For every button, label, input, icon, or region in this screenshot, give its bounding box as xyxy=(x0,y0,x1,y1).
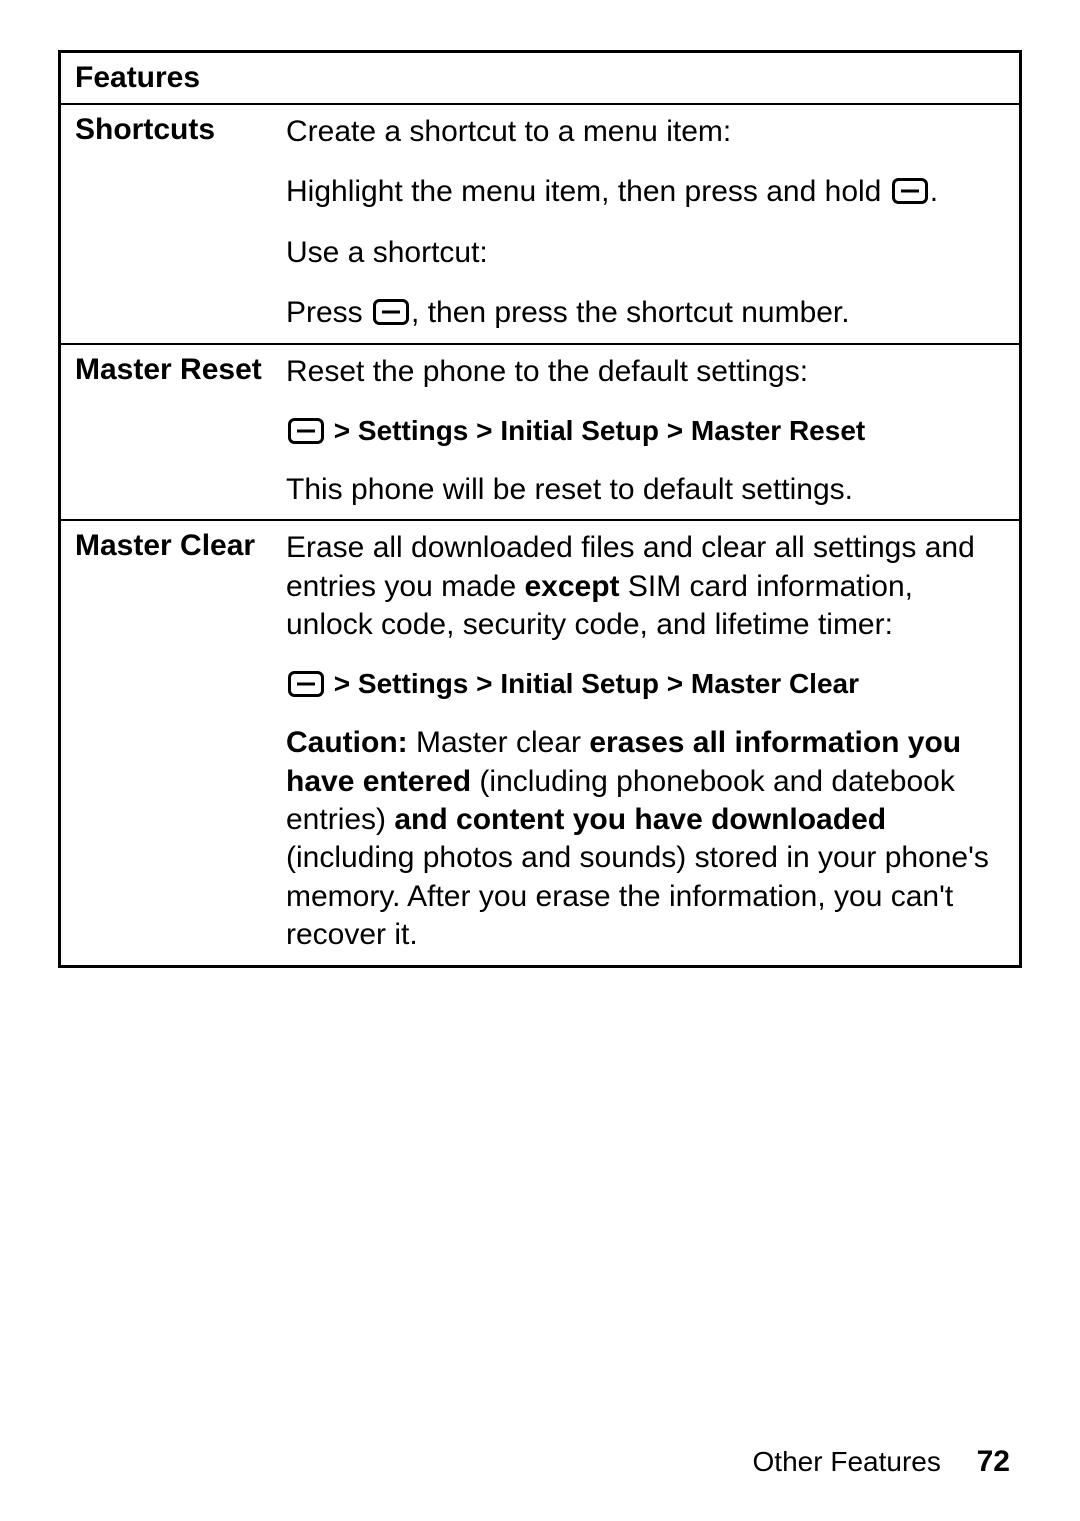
text-bold: except xyxy=(524,570,619,603)
nav-path: > Settings > Initial Setup > Master Rese… xyxy=(286,413,1005,449)
text-fragment: Master clear xyxy=(408,726,590,759)
nav-sep: > xyxy=(667,415,691,446)
paragraph: Reset the phone to the default settings: xyxy=(286,353,1005,391)
table-header: Features xyxy=(61,53,1019,103)
nav-item: Settings xyxy=(358,415,468,446)
row-content-shortcuts: Create a shortcut to a menu item: Highli… xyxy=(286,105,1019,343)
footer-page-number: 72 xyxy=(977,1445,1010,1478)
menu-icon xyxy=(373,299,409,325)
text-fragment: Press xyxy=(286,296,371,329)
nav-sep: > xyxy=(476,415,500,446)
paragraph: Erase all downloaded files and clear all… xyxy=(286,529,1005,644)
row-label-shortcuts: Shortcuts xyxy=(61,105,286,343)
menu-icon xyxy=(288,418,324,444)
table-row: Master Clear Erase all downloaded files … xyxy=(61,521,1019,964)
text-fragment: Highlight the menu item, then press and … xyxy=(286,175,890,208)
text-fragment: (including photos and sounds) stored in … xyxy=(286,841,989,951)
table-row: Master Reset Reset the phone to the defa… xyxy=(61,345,1019,522)
nav-item: Master Clear xyxy=(691,668,859,699)
footer-section: Other Features xyxy=(753,1446,941,1477)
menu-icon xyxy=(288,671,324,697)
nav-item: Initial Setup xyxy=(500,668,659,699)
nav-item: Settings xyxy=(358,668,468,699)
page-footer: Other Features 72 xyxy=(753,1445,1010,1479)
nav-sep: > xyxy=(334,415,358,446)
row-content-master-reset: Reset the phone to the default settings:… xyxy=(286,345,1019,520)
text-fragment: , then press the shortcut number. xyxy=(411,296,850,329)
paragraph: Use a shortcut: xyxy=(286,234,1005,272)
table-row: Shortcuts Create a shortcut to a menu it… xyxy=(61,105,1019,345)
nav-sep: > xyxy=(667,668,691,699)
nav-item: Initial Setup xyxy=(500,415,659,446)
text-bold: Caution: xyxy=(286,726,408,759)
nav-path: > Settings > Initial Setup > Master Clea… xyxy=(286,666,1005,702)
table-header-row: Features xyxy=(61,53,1019,105)
nav-sep: > xyxy=(476,668,500,699)
row-content-master-clear: Erase all downloaded files and clear all… xyxy=(286,521,1019,964)
menu-icon xyxy=(892,178,928,204)
nav-item: Master Reset xyxy=(691,415,865,446)
text-bold: and content you have downloaded xyxy=(394,803,886,836)
nav-sep: > xyxy=(334,668,358,699)
row-label-master-reset: Master Reset xyxy=(61,345,286,520)
paragraph: Highlight the menu item, then press and … xyxy=(286,173,1005,211)
features-table: Features Shortcuts Create a shortcut to … xyxy=(58,50,1022,968)
caution-paragraph: Caution: Master clear erases all informa… xyxy=(286,724,1005,954)
paragraph: This phone will be reset to default sett… xyxy=(286,471,1005,509)
paragraph: Create a shortcut to a menu item: xyxy=(286,113,1005,151)
paragraph: Press , then press the shortcut number. xyxy=(286,294,1005,332)
text-fragment: . xyxy=(930,175,938,208)
row-label-master-clear: Master Clear xyxy=(61,521,286,964)
